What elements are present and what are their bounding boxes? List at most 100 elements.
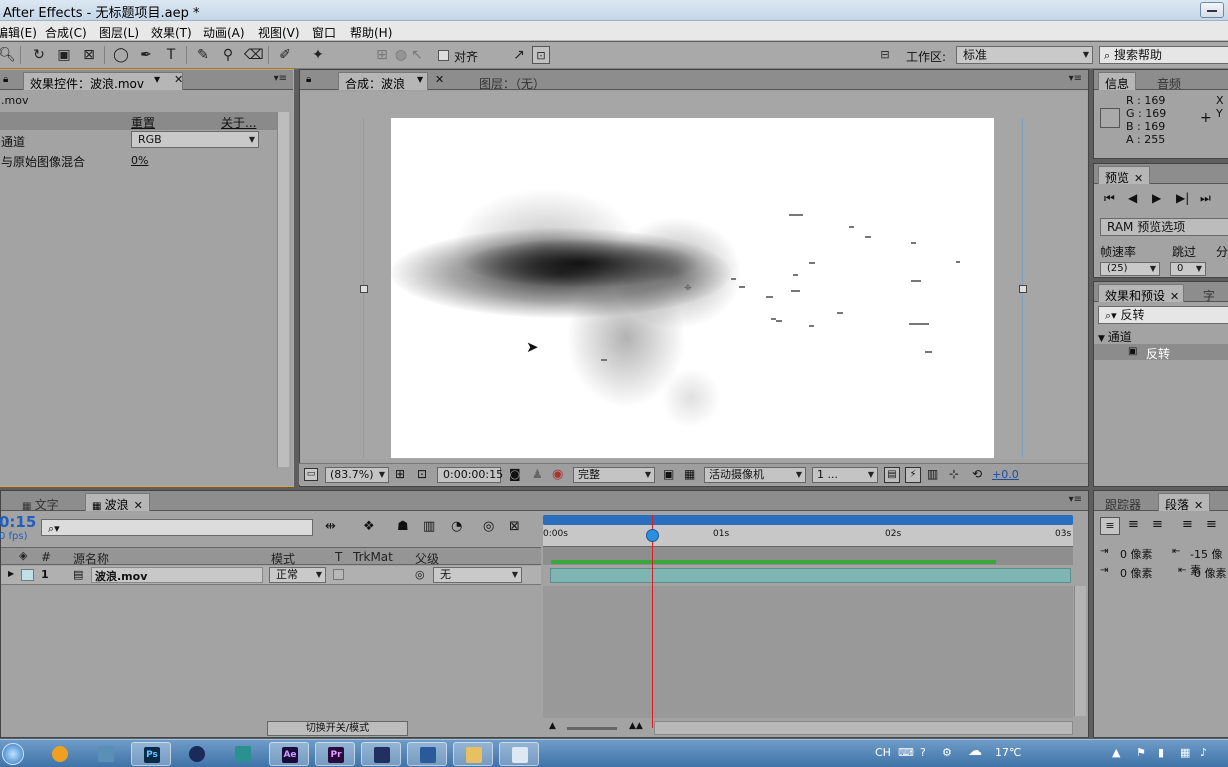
network-icon[interactable]: ▦ — [1180, 746, 1190, 759]
timeline-horizontal-scrollbar[interactable] — [654, 721, 1073, 735]
anchor-point-icon[interactable]: ⌖ — [684, 280, 692, 296]
menu-animation[interactable]: 动画(A) — [203, 24, 245, 41]
toggle-pixel-aspect-icon[interactable]: ▤ — [884, 467, 900, 483]
taskbar-app[interactable] — [361, 742, 401, 766]
zoom-out-icon[interactable]: ▲ — [549, 721, 556, 731]
close-icon[interactable]: ✕ — [1134, 172, 1143, 185]
toggle-switches-modes-button[interactable]: 切换开关/模式 — [267, 721, 408, 736]
minimize-button[interactable] — [1200, 2, 1224, 18]
timeline-vertical-scrollbar[interactable] — [1074, 586, 1086, 716]
close-icon[interactable]: ✕ — [1170, 290, 1179, 303]
current-time-display[interactable]: 0:00:00:15 — [437, 467, 503, 483]
work-area-bar[interactable] — [543, 515, 1073, 525]
effects-search-input[interactable]: ⌕▾ 反转 — [1098, 306, 1228, 324]
roto-brush-tool-icon[interactable]: ✐ — [276, 46, 294, 64]
text-tool-icon[interactable]: T — [162, 46, 180, 64]
always-preview-icon[interactable]: ▭ — [304, 468, 318, 481]
frame-blending-icon[interactable]: ▥ — [423, 519, 435, 534]
mode-select[interactable]: 正常 — [269, 567, 326, 583]
time-ruler[interactable]: 0:00s 01s 02s 03s — [543, 525, 1073, 547]
menu-view[interactable]: 视图(V) — [258, 24, 300, 41]
expand-arrow-icon[interactable]: ▶ — [8, 569, 14, 578]
camera-tool-icon[interactable]: ▣ — [55, 46, 73, 64]
lock-icon[interactable]: 🔒︎ — [306, 74, 311, 85]
close-icon[interactable]: ✕ — [174, 73, 183, 86]
taskbar-photoshop[interactable]: Ps — [131, 742, 171, 766]
flowchart-icon[interactable]: ⊹ — [949, 467, 959, 481]
ram-preview-options[interactable]: RAM 预览选项 — [1100, 218, 1228, 236]
keyboard-icon[interactable]: ⌨ — [898, 746, 914, 759]
blend-value[interactable]: 0% — [131, 154, 148, 167]
pan-behind-tool-icon[interactable]: ⊠ — [80, 46, 98, 64]
tab-effects-presets[interactable]: 效果和预设 ✕ — [1098, 284, 1185, 303]
play-icon[interactable]: ▶ — [1152, 191, 1161, 205]
pickwhip-icon[interactable]: ◎ — [415, 568, 425, 581]
brainstorm-icon[interactable]: ⊠ — [509, 519, 520, 534]
views-select[interactable]: 1 ... — [812, 467, 878, 483]
flag-icon[interactable]: ⚑ — [1136, 746, 1146, 759]
resolution-select[interactable]: 完整 — [573, 467, 655, 483]
taskbar-cinema[interactable] — [177, 742, 217, 766]
rotate-tool-icon[interactable]: ↻ — [30, 46, 48, 64]
tab-tracker[interactable]: 跟踪器 — [1098, 493, 1148, 512]
tab-info[interactable]: 信息 — [1098, 72, 1137, 91]
about-link[interactable]: 关于... — [221, 114, 256, 131]
chevron-down-icon[interactable]: ▼ — [417, 75, 423, 84]
tab-audio[interactable]: 音频 — [1150, 72, 1188, 91]
menu-composition[interactable]: 合成(C) — [45, 24, 87, 41]
timeline-timecode[interactable]: 0:15 — [0, 513, 36, 531]
transparency-grid-icon[interactable]: ▦ — [684, 467, 695, 481]
composition-canvas[interactable]: ⌖ — [391, 118, 994, 458]
menu-effect[interactable]: 效果(T) — [151, 24, 192, 41]
reset-exposure-icon[interactable]: ⟲ — [972, 467, 982, 481]
tab-layer[interactable]: 图层：（无） — [472, 72, 552, 91]
playhead-handle[interactable] — [646, 529, 659, 542]
eraser-tool-icon[interactable]: ⌫ — [244, 46, 264, 64]
snap-icon[interactable]: ⊡ — [532, 46, 550, 64]
channel-category[interactable]: ▼ 通道 — [1098, 328, 1132, 345]
safe-zones-icon[interactable]: ⊞ — [395, 467, 405, 481]
taskbar-app[interactable] — [223, 742, 263, 766]
exposure-value[interactable]: +0.0 — [992, 468, 1019, 481]
close-icon[interactable]: ✕ — [134, 499, 143, 512]
device-icon[interactable]: ▮ — [1158, 746, 1164, 759]
layer-duration-bar[interactable] — [550, 568, 1071, 583]
tab-character[interactable]: 字符 — [1196, 284, 1228, 320]
taskbar-browser[interactable] — [40, 742, 80, 766]
close-icon[interactable]: ✕ — [1194, 499, 1203, 512]
menu-window[interactable]: 窗口 — [312, 24, 336, 41]
space-after-value[interactable]: 0 像素 — [1194, 565, 1227, 581]
layer-handle[interactable] — [1019, 285, 1027, 293]
start-button[interactable] — [2, 743, 24, 765]
last-frame-icon[interactable]: ⏭ — [1200, 191, 1211, 206]
help-icon[interactable]: ? — [920, 746, 926, 759]
motion-blur-icon[interactable]: ◔ — [451, 519, 462, 534]
tab-text-comp[interactable]: ▦ 文字 — [15, 493, 66, 512]
effect-controls-scrollbar[interactable] — [277, 112, 289, 467]
axis-view-icon[interactable]: ↖ — [408, 46, 426, 64]
region-of-interest-icon[interactable]: ▣ — [663, 467, 674, 481]
clone-stamp-tool-icon[interactable]: ⚲ — [219, 46, 237, 64]
indent-left-value[interactable]: 0 像素 — [1120, 546, 1153, 562]
lock-icon[interactable]: 🔒︎ — [3, 74, 8, 85]
close-icon[interactable]: ✕ — [435, 73, 444, 86]
taskbar-premiere[interactable]: Pr — [315, 742, 355, 766]
workspace-select[interactable]: 标准 — [956, 46, 1093, 64]
frame-rate-select[interactable]: (25) — [1100, 262, 1160, 276]
align-right-icon[interactable]: ≡ — [1152, 517, 1163, 532]
menu-edit[interactable]: 编辑(E) — [0, 24, 37, 41]
mask-visibility-icon[interactable]: ⊡ — [417, 467, 427, 481]
taskbar-media[interactable] — [407, 742, 447, 766]
settings-icon[interactable]: ⚙ — [942, 746, 952, 759]
expand-icon[interactable]: ↗ — [510, 46, 528, 64]
axis-mode-icon[interactable]: ⊞ — [373, 46, 391, 64]
panel-menu-icon[interactable]: ▾≡ — [1069, 73, 1082, 84]
zoom-slider[interactable] — [567, 727, 617, 730]
taskbar-notepad[interactable] — [499, 742, 539, 766]
panel-menu-icon[interactable]: ▾≡ — [274, 73, 287, 84]
next-frame-icon[interactable]: ▶| — [1176, 191, 1189, 205]
layer-handle[interactable] — [360, 285, 368, 293]
justify-center-icon[interactable]: ≡ — [1206, 517, 1217, 532]
snapshot-icon[interactable]: ◙ — [509, 467, 521, 481]
skip-select[interactable]: 0 — [1170, 262, 1206, 276]
